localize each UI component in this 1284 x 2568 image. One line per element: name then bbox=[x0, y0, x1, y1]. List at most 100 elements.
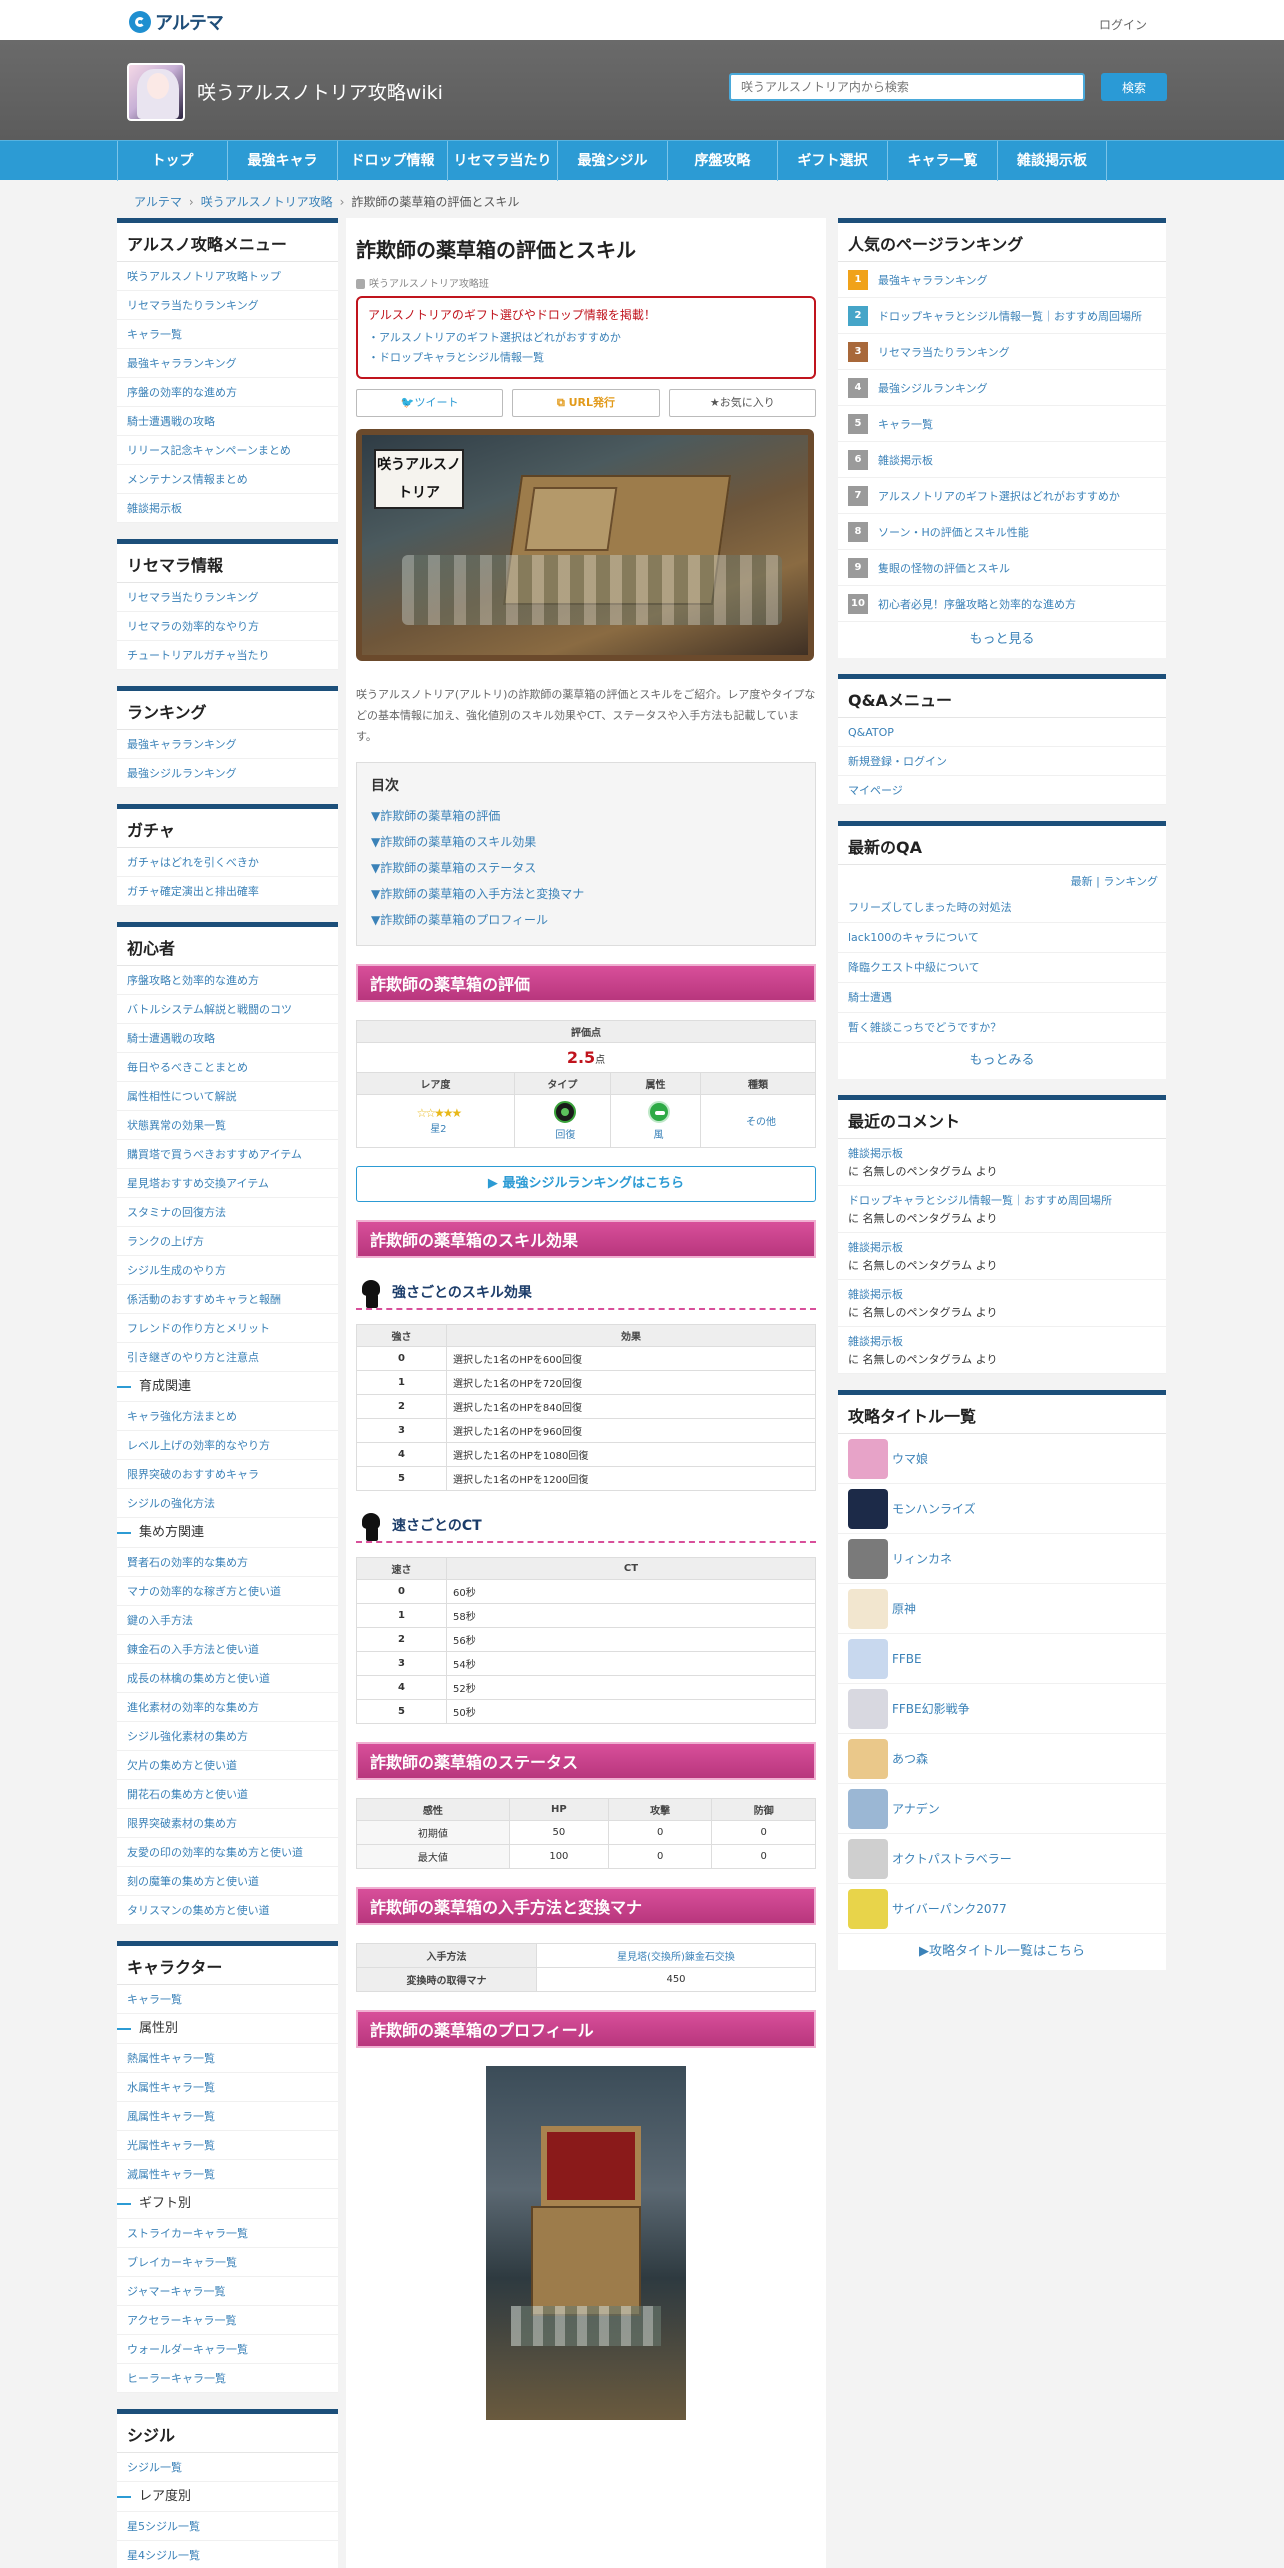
comment-page-link[interactable]: 雑談掲示板 bbox=[848, 1145, 1156, 1161]
toc-link[interactable]: ▼詐欺師の薬草箱の入手方法と変換マナ bbox=[371, 881, 801, 907]
sidebar-link[interactable]: リセマラの効率的なやり方 bbox=[117, 612, 338, 641]
sidebar-link[interactable]: ストライカーキャラ一覧 bbox=[117, 2219, 338, 2248]
ranking-more-link[interactable]: もっと見る bbox=[838, 622, 1166, 658]
search-button[interactable]: 検索 bbox=[1101, 73, 1167, 101]
toc-link[interactable]: ▼詐欺師の薬草箱の評価 bbox=[371, 803, 801, 829]
sidebar-link[interactable]: 序盤の効率的な進め方 bbox=[117, 378, 338, 407]
site-title[interactable]: 咲うアルスノトリア攻略wiki bbox=[197, 78, 443, 105]
game-title-link[interactable]: モンハンライズ bbox=[892, 1500, 976, 1517]
sidebar-link[interactable]: 星4シジル一覧 bbox=[117, 2541, 338, 2568]
qa-question-link[interactable]: フリーズしてしまった時の対処法 bbox=[838, 893, 1166, 923]
qa-question-link[interactable]: 騎士遭遇 bbox=[838, 983, 1166, 1013]
game-title-item[interactable]: ウマ娘 bbox=[838, 1434, 1166, 1484]
qa-question-link[interactable]: 暫く雑談こっちでどうですか？ bbox=[838, 1013, 1166, 1043]
toc-link[interactable]: ▼詐欺師の薬草箱のスキル効果 bbox=[371, 829, 801, 855]
comment-page-link[interactable]: 雑談掲示板 bbox=[848, 1286, 1156, 1302]
game-title-link[interactable]: FFBE幻影戦争 bbox=[892, 1700, 970, 1717]
ranking-item[interactable]: 6 雑談掲示板 bbox=[838, 442, 1166, 478]
favorite-button[interactable]: ★お気に入り bbox=[668, 389, 816, 417]
sidebar-link[interactable]: チュートリアルガチャ当たり bbox=[117, 641, 338, 670]
sidebar-link[interactable]: リセマラ当たりランキング bbox=[117, 291, 338, 320]
sidebar-link[interactable]: 咲うアルスノトリア攻略トップ bbox=[117, 262, 338, 291]
game-title-item[interactable]: モンハンライズ bbox=[838, 1484, 1166, 1534]
sidebar-link[interactable]: ガチャ確定演出と排出確率 bbox=[117, 877, 338, 906]
sidebar-link[interactable]: 熱属性キャラ一覧 bbox=[117, 2044, 338, 2073]
game-title-item[interactable]: FFBE bbox=[838, 1634, 1166, 1684]
obtain-link[interactable]: 星見塔(交換所)錬金石交換 bbox=[617, 1952, 735, 1963]
ranking-item[interactable]: 1 最強キャラランキング bbox=[838, 262, 1166, 298]
ranking-link[interactable]: 雑談掲示板 bbox=[878, 452, 933, 468]
game-title-link[interactable]: あつ森 bbox=[892, 1750, 928, 1767]
rarity-link[interactable]: 星2 bbox=[363, 1120, 514, 1135]
sidebar-link[interactable]: 錬金石の入手方法と使い道 bbox=[117, 1635, 338, 1664]
game-title-item[interactable]: オクトパストラベラー bbox=[838, 1834, 1166, 1884]
sidebar-link[interactable]: 限界突破のおすすめキャラ bbox=[117, 1460, 338, 1489]
sidebar-link[interactable]: 騎士遭遇戦の攻略 bbox=[117, 407, 338, 436]
sidebar-link[interactable]: ウォールダーキャラ一覧 bbox=[117, 2335, 338, 2364]
nav-item-7[interactable]: キャラ一覧 bbox=[887, 141, 997, 181]
sidebar-link[interactable]: 鍵の入手方法 bbox=[117, 1606, 338, 1635]
games-more-link[interactable]: ▶攻略タイトル一覧はこちら bbox=[838, 1934, 1166, 1970]
sidebar-link[interactable]: シジル生成のやり方 bbox=[117, 1256, 338, 1285]
qa-tabs[interactable]: 最新 | ランキング bbox=[838, 865, 1166, 893]
sidebar-link[interactable]: 開花石の集め方と使い道 bbox=[117, 1780, 338, 1809]
sidebar-link[interactable]: 刻の魔筆の集め方と使い道 bbox=[117, 1867, 338, 1896]
game-title-link[interactable]: FFBE bbox=[892, 1652, 922, 1666]
sidebar-link[interactable]: 進化素材の効率的な集め方 bbox=[117, 1693, 338, 1722]
ranking-link[interactable]: 初心者必見！序盤攻略と効率的な進め方 bbox=[878, 596, 1076, 612]
ranking-item[interactable]: 2 ドロップキャラとシジル情報一覧｜おすすめ周回場所 bbox=[838, 298, 1166, 334]
game-title-item[interactable]: あつ森 bbox=[838, 1734, 1166, 1784]
sidebar-link[interactable]: 係活動のおすすめキャラと報酬 bbox=[117, 1285, 338, 1314]
sidebar-link[interactable]: マナの効率的な稼ぎ方と使い道 bbox=[117, 1577, 338, 1606]
qa-menu-link[interactable]: マイページ bbox=[838, 776, 1166, 805]
ranking-link[interactable]: アルスノトリアのギフト選択はどれがおすすめか bbox=[878, 488, 1120, 504]
sidebar-link[interactable]: 最強キャラランキング bbox=[117, 349, 338, 378]
game-title-link[interactable]: オクトパストラベラー bbox=[892, 1850, 1012, 1867]
game-title-link[interactable]: アナデン bbox=[892, 1800, 940, 1817]
nav-item-4[interactable]: 最強シジル bbox=[557, 141, 667, 181]
breadcrumb-home[interactable]: アルテマ bbox=[134, 195, 182, 209]
game-title-item[interactable]: FFBE幻影戦争 bbox=[838, 1684, 1166, 1734]
sigil-ranking-button[interactable]: ▶ 最強シジルランキングはこちら bbox=[356, 1165, 816, 1202]
sidebar-link[interactable]: 星5シジル一覧 bbox=[117, 2512, 338, 2541]
ranking-link[interactable]: 最強キャラランキング bbox=[878, 272, 988, 288]
sidebar-link[interactable]: ヒーラーキャラ一覧 bbox=[117, 2364, 338, 2393]
sidebar-link[interactable]: スタミナの回復方法 bbox=[117, 1198, 338, 1227]
nav-item-0[interactable]: トップ bbox=[117, 141, 227, 181]
ranking-link[interactable]: 最強シジルランキング bbox=[878, 380, 988, 396]
ranking-item[interactable]: 4 最強シジルランキング bbox=[838, 370, 1166, 406]
comment-page-link[interactable]: 雑談掲示板 bbox=[848, 1239, 1156, 1255]
game-title-item[interactable]: アナデン bbox=[838, 1784, 1166, 1834]
nav-item-6[interactable]: ギフト選択 bbox=[777, 141, 887, 181]
sidebar-link[interactable]: 成長の林檎の集め方と使い道 bbox=[117, 1664, 338, 1693]
qa-question-link[interactable]: lack100のキャラについて bbox=[838, 923, 1166, 953]
sidebar-link[interactable]: 最強キャラランキング bbox=[117, 730, 338, 759]
ranking-item[interactable]: 9 隻眼の怪物の評価とスキル bbox=[838, 550, 1166, 586]
ranking-item[interactable]: 5 キャラ一覧 bbox=[838, 406, 1166, 442]
ranking-item[interactable]: 3 リセマラ当たりランキング bbox=[838, 334, 1166, 370]
url-button[interactable]: ⧉ URL発行 bbox=[512, 389, 660, 417]
attr-link[interactable]: 風 bbox=[617, 1126, 700, 1141]
qa-menu-link[interactable]: 新規登録・ログイン bbox=[838, 747, 1166, 776]
sidebar-link[interactable]: シジルの強化方法 bbox=[117, 1489, 338, 1518]
search-input[interactable] bbox=[729, 73, 1085, 101]
game-title-link[interactable]: 原神 bbox=[892, 1600, 916, 1617]
sidebar-link[interactable]: タリスマンの集め方と使い道 bbox=[117, 1896, 338, 1925]
sidebar-link[interactable]: シジル一覧 bbox=[117, 2453, 338, 2482]
notice-link[interactable]: ・アルスノトリアのギフト選択はどれがおすすめか bbox=[368, 329, 804, 345]
sidebar-link[interactable]: バトルシステム解説と戦闘のコツ bbox=[117, 995, 338, 1024]
sidebar-link[interactable]: キャラ一覧 bbox=[117, 1985, 338, 2014]
sidebar-link[interactable]: 雑談掲示板 bbox=[117, 494, 338, 523]
sidebar-link[interactable]: 騎士遭遇戦の攻略 bbox=[117, 1024, 338, 1053]
nav-item-2[interactable]: ドロップ情報 bbox=[337, 141, 447, 181]
kind-link[interactable]: その他 bbox=[746, 1117, 776, 1128]
sidebar-link[interactable]: 属性相性について解説 bbox=[117, 1082, 338, 1111]
sidebar-link[interactable]: 風属性キャラ一覧 bbox=[117, 2102, 338, 2131]
game-title-link[interactable]: サイバーパンク2077 bbox=[892, 1900, 1007, 1917]
toc-link[interactable]: ▼詐欺師の薬草箱のプロフィール bbox=[371, 907, 801, 933]
sidebar-link[interactable]: 状態異常の効果一覧 bbox=[117, 1111, 338, 1140]
game-title-link[interactable]: ウマ娘 bbox=[892, 1450, 928, 1467]
sidebar-link[interactable]: キャラ強化方法まとめ bbox=[117, 1402, 338, 1431]
game-title-item[interactable]: サイバーパンク2077 bbox=[838, 1884, 1166, 1934]
sidebar-link[interactable]: 最強シジルランキング bbox=[117, 759, 338, 788]
